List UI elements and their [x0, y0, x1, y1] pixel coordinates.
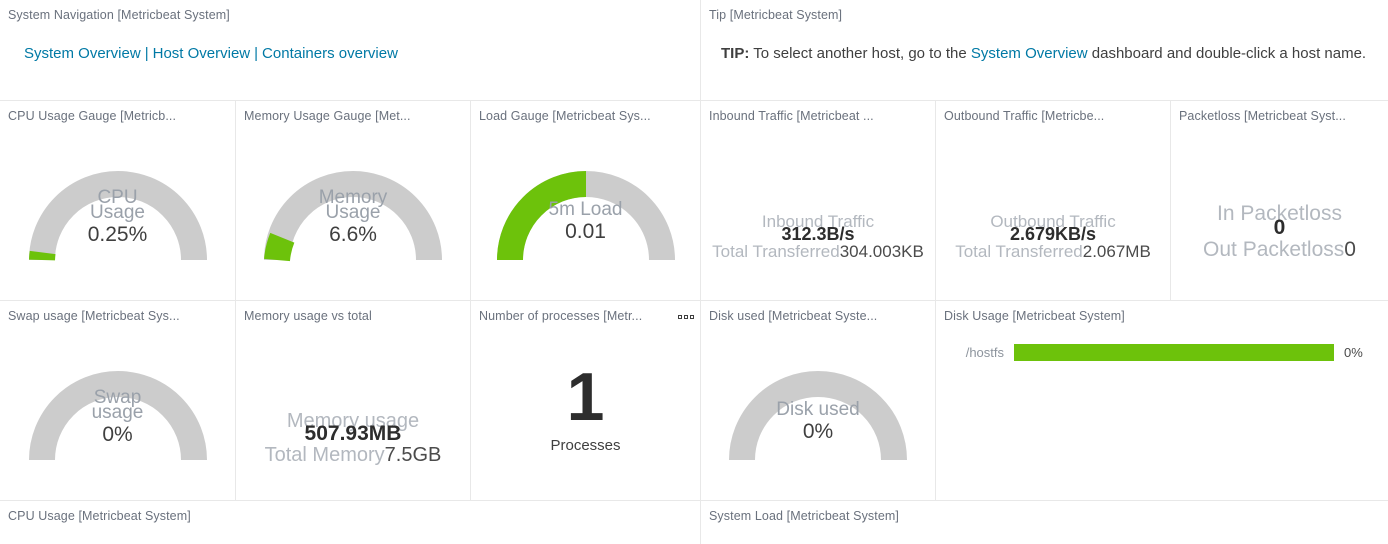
nav-link-host-overview[interactable]: Host Overview — [153, 45, 251, 62]
panel-title-swap-usage: Swap usage [Metricbeat Sys... — [0, 301, 235, 324]
gauge-memory-usage-svg — [253, 124, 453, 274]
inbound-total-transferred-label: Total Transferred — [712, 242, 840, 262]
panel-inbound-traffic[interactable]: Inbound Traffic [Metricbeat ... Inbound … — [700, 100, 935, 300]
metric-inbound-traffic: Inbound Traffic 312.3B/s Total Transferr… — [701, 124, 935, 294]
panel-options-icon[interactable] — [674, 301, 700, 319]
panel-title-system-navigation: System Navigation [Metricbeat System] — [0, 0, 700, 23]
tip-text-before: To select another host, go to the — [749, 45, 971, 62]
gauge-fill — [42, 253, 43, 261]
gauge-track — [742, 384, 894, 460]
gauge-track — [42, 184, 194, 260]
panel-title-outbound-traffic: Outbound Traffic [Metricbe... — [936, 101, 1170, 124]
gauge-track — [42, 384, 194, 460]
panel-packetloss[interactable]: Packetloss [Metricbeat Syst... In Packet… — [1170, 100, 1388, 300]
panel-outbound-traffic[interactable]: Outbound Traffic [Metricbe... Outbound T… — [935, 100, 1170, 300]
in-packetloss-value: 0 — [1274, 216, 1286, 240]
nav-link-system-overview[interactable]: System Overview — [24, 45, 141, 62]
metric-number-of-processes: 1 Processes — [471, 324, 700, 492]
gauge-load-svg — [486, 124, 686, 274]
panel-system-load-bottom[interactable]: System Load [Metricbeat System] — [700, 500, 1388, 544]
disk-usage-bar-label: /hostfs — [948, 345, 1004, 360]
panel-title-cpu-usage-gauge: CPU Usage Gauge [Metricb... — [0, 101, 235, 124]
out-packetloss-value: 0 — [1344, 238, 1356, 262]
metric-memory-usage-vs-total: Memory usage 507.93MB Total Memory7.5GB — [236, 324, 470, 494]
gauge-swap-usage-svg — [18, 324, 218, 474]
tip-prefix: TIP: — [721, 45, 749, 62]
panel-system-navigation[interactable]: System Navigation [Metricbeat System] Sy… — [0, 0, 700, 100]
disk-usage-bar-fill — [1014, 344, 1334, 361]
panel-title-packetloss: Packetloss [Metricbeat Syst... — [1171, 101, 1388, 124]
panel-title-load-gauge: Load Gauge [Metricbeat Sys... — [471, 101, 700, 124]
gauge-disk-used-svg — [718, 324, 918, 474]
panel-cpu-usage-gauge[interactable]: CPU Usage Gauge [Metricb... CPU Usage 0.… — [0, 100, 235, 300]
panel-options-icon-square-3 — [690, 315, 694, 319]
panel-cpu-usage-bottom[interactable]: CPU Usage [Metricbeat System] — [0, 500, 700, 544]
gauge-load: 5m Load 0.01 — [471, 124, 700, 294]
panel-tip[interactable]: Tip [Metricbeat System] TIP: To select a… — [700, 0, 1388, 100]
total-memory-value: 7.5GB — [385, 444, 442, 467]
processes-count-label: Processes — [550, 437, 620, 454]
panel-title-number-of-processes: Number of processes [Metr... — [471, 301, 674, 324]
panel-title-system-load-bottom: System Load [Metricbeat System] — [701, 501, 1388, 524]
metric-outbound-traffic: Outbound Traffic 2.679KB/s Total Transfe… — [936, 124, 1170, 294]
kibana-dashboard: System Navigation [Metricbeat System] Sy… — [0, 0, 1388, 544]
gauge-track — [277, 184, 429, 260]
disk-usage-bar-percent: 0% — [1344, 345, 1372, 360]
outbound-total-transferred-label: Total Transferred — [955, 242, 1083, 262]
panel-memory-usage-vs-total[interactable]: Memory usage vs total Memory usage 507.9… — [235, 300, 470, 500]
tip-link-system-overview[interactable]: System Overview — [971, 45, 1088, 62]
gauge-swap-usage: Swap usage 0% — [0, 324, 235, 494]
nav-separator-1: | — [141, 45, 153, 62]
nav-link-containers-overview[interactable]: Containers overview — [262, 45, 398, 62]
panel-title-disk-usage: Disk Usage [Metricbeat System] — [936, 301, 1388, 324]
panel-swap-usage[interactable]: Swap usage [Metricbeat Sys... Swap usage… — [0, 300, 235, 500]
panel-title-disk-used: Disk used [Metricbeat Syste... — [701, 301, 935, 324]
metric-packetloss: In Packetloss 0 Out Packetloss0 — [1171, 124, 1388, 294]
panel-options-icon-square-1 — [678, 315, 682, 319]
out-packetloss-label: Out Packetloss — [1203, 238, 1344, 262]
nav-separator-2: | — [250, 45, 262, 62]
tip-text-after: dashboard and double-click a host name. — [1088, 45, 1367, 62]
panel-disk-used[interactable]: Disk used [Metricbeat Syste... Disk used… — [700, 300, 935, 500]
panel-number-of-processes[interactable]: Number of processes [Metr... 1 Processes — [470, 300, 700, 500]
panel-title-memory-usage-vs-total: Memory usage vs total — [236, 301, 470, 324]
tip-content: TIP: To select another host, go to the S… — [701, 23, 1388, 67]
inbound-total-transferred-value: 304.003KB — [840, 242, 924, 262]
gauge-fill — [510, 184, 586, 260]
gauge-cpu-usage: CPU Usage 0.25% — [0, 124, 235, 294]
panel-title-cpu-usage-bottom: CPU Usage [Metricbeat System] — [0, 501, 700, 524]
system-navigation-links: System Overview|Host Overview|Containers… — [0, 23, 700, 62]
total-memory-label: Total Memory — [265, 444, 385, 467]
disk-usage-bar-track — [1014, 344, 1334, 361]
gauge-fill — [277, 238, 282, 260]
gauge-disk-used: Disk used 0% — [701, 324, 935, 494]
gauge-memory-usage: Memory Usage 6.6% — [236, 124, 470, 294]
panel-title-memory-usage-gauge: Memory Usage Gauge [Met... — [236, 101, 470, 124]
panel-title-inbound-traffic: Inbound Traffic [Metricbeat ... — [701, 101, 935, 124]
panel-memory-usage-gauge[interactable]: Memory Usage Gauge [Met... Memory Usage … — [235, 100, 470, 300]
memory-usage-value: 507.93MB — [305, 422, 402, 446]
panel-disk-usage[interactable]: Disk Usage [Metricbeat System] /hostfs 0… — [935, 300, 1388, 500]
panel-title-tip: Tip [Metricbeat System] — [701, 0, 1388, 23]
gauge-cpu-usage-svg — [18, 124, 218, 274]
table-row[interactable]: /hostfs 0% — [936, 324, 1388, 361]
panel-options-icon-square-2 — [684, 315, 688, 319]
processes-count-value: 1 — [567, 363, 605, 431]
panel-load-gauge[interactable]: Load Gauge [Metricbeat Sys... 5m Load 0.… — [470, 100, 700, 300]
outbound-total-transferred-value: 2.067MB — [1083, 242, 1151, 262]
